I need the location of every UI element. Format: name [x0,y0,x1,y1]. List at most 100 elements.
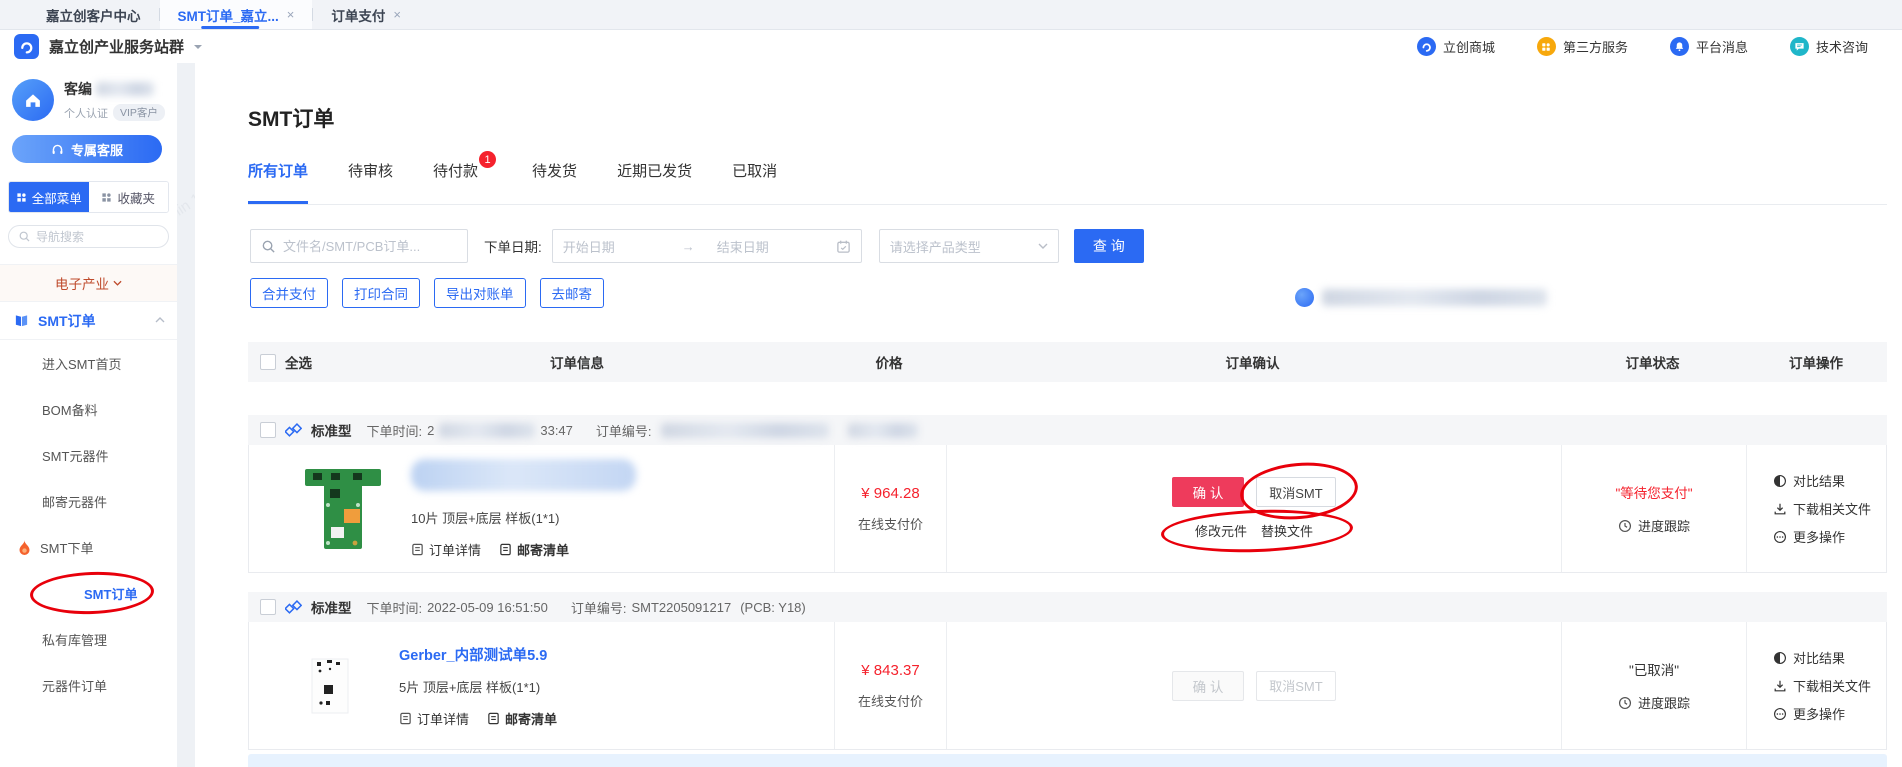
download-files-link[interactable]: 下载相关文件 [1773,676,1871,695]
more-actions-link[interactable]: 更多操作 [1773,704,1845,723]
date-start-placeholder: 开始日期 [563,237,674,256]
sidebar-item-smt-place-order[interactable]: SMT下单 [0,524,177,570]
order-number-label: 订单编号: [596,421,652,440]
sidebar-item-component-orders[interactable]: 元器件订单 [0,662,177,708]
cancel-smt-button-disabled[interactable]: 取消SMT [1256,671,1336,701]
download-icon [1773,679,1787,693]
order-detail-link[interactable]: 订单详情 [411,540,481,559]
product-type-select[interactable]: 请选择产品类型 [879,229,1059,263]
dedicated-support-button[interactable]: 专属客服 [12,135,162,163]
op-label: 更多操作 [1793,527,1845,546]
redacted-text [96,82,154,96]
download-files-link[interactable]: 下载相关文件 [1773,499,1871,518]
header-nav: 立创商城 第三方服务 平台消息 技术咨询 [1417,37,1882,56]
chevron-down-icon [113,280,122,287]
tab-pending-payment[interactable]: 待付款1 [433,160,478,204]
progress-track-link[interactable]: 进度跟踪 [1618,693,1690,712]
confirm-button[interactable]: 确 认 [1172,477,1244,507]
item-label: 元器件订单 [42,676,107,695]
nav-tech-support[interactable]: 技术咨询 [1790,37,1868,56]
smt-type-icon [285,600,302,615]
sidebar-item-smt-components[interactable]: SMT元器件 [0,432,177,478]
replace-file-link[interactable]: 替换文件 [1261,521,1313,540]
tab-all-menu[interactable]: 全部菜单 [9,182,89,212]
print-contract-button[interactable]: 打印合同 [342,278,420,308]
grid-icon [1537,37,1556,56]
table-header: 全选 订单信息 价格 订单确认 订单状态 订单操作 [248,342,1887,382]
confirm-button-disabled[interactable]: 确 认 [1172,671,1244,701]
sidebar-item-mail-components[interactable]: 邮寄元器件 [0,478,177,524]
nav-platform-messages[interactable]: 平台消息 [1670,37,1748,56]
sidebar-tabs: 全部菜单 收藏夹 [8,181,169,213]
time-value: 2 [427,423,434,438]
redacted-text [439,423,535,438]
sidebar-item-private-lib[interactable]: 私有库管理 [0,616,177,662]
time-value: 33:47 [540,423,573,438]
brand[interactable]: 嘉立创产业服务站群 [14,34,202,59]
tab-label: 所有订单 [248,163,308,180]
tab-pending-shipment[interactable]: 待发货 [532,160,577,204]
export-statement-button[interactable]: 导出对账单 [434,278,526,308]
pcb-thumbnail[interactable] [311,658,349,714]
progress-track-link[interactable]: 进度跟踪 [1618,516,1690,535]
tab-label: 全部菜单 [32,188,82,207]
item-label: SMT订单 [42,584,137,603]
count-badge: 1 [479,151,496,168]
tab-recently-shipped[interactable]: 近期已发货 [617,160,692,204]
browser-tab-order-pay[interactable]: 订单支付 × [313,0,419,29]
item-label: SMT下单 [40,538,93,557]
close-icon[interactable]: × [287,7,295,22]
product-name-link[interactable]: Gerber_内部测试单5.9 [399,644,557,665]
industry-selector[interactable]: 电子产业 [0,264,177,302]
sidebar-item-smt-orders[interactable]: SMT订单 [24,570,154,616]
mail-list-link[interactable]: 邮寄清单 [487,709,557,728]
nav-third-party[interactable]: 第三方服务 [1537,37,1628,56]
search-icon [18,230,31,243]
more-actions-link[interactable]: 更多操作 [1773,527,1845,546]
mail-list-link[interactable]: 邮寄清单 [499,540,569,559]
compare-result-link[interactable]: 对比结果 [1773,471,1845,490]
query-button[interactable]: 查 询 [1074,229,1144,263]
sidebar-group-smt-orders[interactable]: SMT订单 [0,302,177,340]
nav-lcsc-mall[interactable]: 立创商城 [1417,37,1495,56]
browser-tab-home[interactable]: 嘉立创客户中心 [28,0,159,29]
close-icon[interactable]: × [393,7,401,22]
redacted-text [661,423,829,438]
go-mail-button[interactable]: 去邮寄 [540,278,605,308]
tab-cancelled[interactable]: 已取消 [732,160,777,204]
date-end-placeholder: 结束日期 [703,237,828,256]
tab-pending-review[interactable]: 待审核 [348,160,393,204]
column-header-info: 订单信息 [321,352,833,372]
jlc-logo-icon [14,34,39,59]
select-all-checkbox[interactable] [260,354,276,370]
cancel-smt-button[interactable]: 取消SMT [1256,477,1336,507]
avatar[interactable] [12,79,54,121]
sidebar-search-input[interactable] [36,230,146,244]
order-detail-link[interactable]: 订单详情 [399,709,469,728]
redacted-product-name [411,459,636,491]
edit-component-link[interactable]: 修改元件 [1195,521,1247,540]
status-cell: "等待您支付" 进度跟踪 [1561,445,1746,572]
more-icon [1773,530,1787,544]
select-placeholder: 请选择产品类型 [890,237,1038,256]
order-status: "等待您支付" [1615,482,1692,502]
tab-label: 待付款 [433,163,478,180]
row-checkbox[interactable] [260,422,276,438]
merge-pay-button[interactable]: 合并支付 [250,278,328,308]
compare-result-link[interactable]: 对比结果 [1773,648,1845,667]
sidebar-item-bom[interactable]: BOM备料 [0,386,177,432]
sidebar-item-smt-home[interactable]: 进入SMT首页 [0,340,177,386]
tab-all-orders[interactable]: 所有订单 [248,160,308,204]
industry-label: 电子产业 [55,273,109,293]
browser-tab-smt-orders[interactable]: SMT订单_嘉立... × [160,0,313,29]
row-checkbox[interactable] [260,599,276,615]
column-header-price: 价格 [833,352,945,372]
date-range-picker[interactable]: 开始日期 → 结束日期 [552,229,862,263]
tab-favorites[interactable]: 收藏夹 [89,182,169,212]
order-number-label: 订单编号: [571,598,627,617]
column-header-ops: 订单操作 [1745,352,1887,372]
pcb-thumbnail[interactable] [297,467,389,551]
order-search-input[interactable] [283,239,459,254]
order-extra: (PCB: Y18) [740,600,806,615]
op-label: 下载相关文件 [1793,499,1871,518]
